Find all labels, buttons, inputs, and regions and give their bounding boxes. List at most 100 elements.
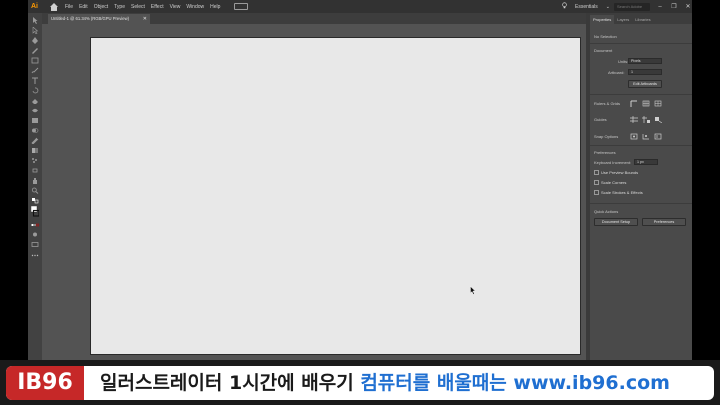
tools-panel	[28, 13, 42, 360]
scale-corners-checkbox[interactable]	[594, 180, 599, 185]
snap-to-pixel-icon[interactable]	[642, 133, 650, 140]
menu-type[interactable]: Type	[114, 4, 125, 10]
menu-view[interactable]: View	[170, 4, 181, 10]
divider	[590, 43, 692, 44]
gradient-tool-icon[interactable]	[31, 147, 39, 154]
quick-actions-title: Quick Actions	[594, 209, 619, 214]
preferences-section-title: Preferences	[594, 150, 616, 155]
zoom-tool-icon[interactable]	[31, 187, 39, 194]
keyboard-increment-value: 1 px	[637, 160, 644, 164]
tab-properties[interactable]: Properties	[590, 15, 615, 24]
canvas-area[interactable]	[42, 24, 586, 360]
rotate-tool-icon[interactable]	[31, 87, 39, 94]
swap-colors-icon[interactable]	[31, 197, 39, 204]
screen-mode-icon[interactable]	[31, 241, 39, 248]
rulers-grids-label: Rulers & Grids	[594, 101, 621, 106]
eyedropper-tool-icon[interactable]	[31, 137, 39, 144]
divider	[590, 94, 692, 95]
rectangle-tool-icon[interactable]	[31, 57, 39, 64]
hand-tool-icon[interactable]	[31, 177, 39, 184]
divider	[590, 145, 692, 146]
scale-strokes-checkbox[interactable]	[594, 190, 599, 195]
menu-file[interactable]: File	[65, 4, 73, 10]
selection-tool-icon[interactable]	[31, 17, 39, 24]
document-section-title: Document	[594, 48, 613, 53]
mouse-cursor-icon	[470, 282, 476, 295]
arrange-documents-icon[interactable]	[234, 3, 249, 10]
banner-highlight-text: 컴퓨터를 배울때는	[360, 372, 514, 394]
artboard[interactable]	[90, 37, 581, 355]
type-tool-icon[interactable]	[31, 77, 39, 84]
panel-tabs: Properties Layers Libraries	[590, 13, 692, 24]
document-tabbar: Untitled-1 @ 61.34% (RGB/GPU Preview) ✕	[42, 13, 586, 24]
smart-guides-icon[interactable]	[654, 116, 662, 123]
symbol-sprayer-tool-icon[interactable]	[31, 157, 39, 164]
maximize-icon[interactable]: ❐	[670, 3, 678, 10]
artboard-tool-icon[interactable]	[31, 167, 39, 174]
menu-select[interactable]: Select	[131, 4, 145, 10]
menu-edit[interactable]: Edit	[79, 4, 88, 10]
units-value: Pixels	[631, 59, 641, 63]
properties-panel: Properties Layers Libraries No Selection…	[590, 13, 692, 360]
chevron-down-icon[interactable]: ⌄	[606, 4, 610, 10]
search-input[interactable]: Search Adobe Stock	[614, 2, 650, 17]
edit-artboards-button[interactable]: Edit Artboards	[628, 80, 662, 88]
artboard-value: 1	[631, 70, 633, 74]
banner-url: www.ib96.com	[513, 372, 670, 394]
lock-guides-icon[interactable]	[642, 116, 650, 123]
menu-help[interactable]: Help	[210, 4, 220, 10]
close-icon[interactable]: ✕	[684, 3, 692, 10]
free-transform-tool-icon[interactable]	[31, 117, 39, 124]
shape-builder-tool-icon[interactable]	[31, 127, 39, 134]
color-mode-icon[interactable]	[31, 222, 39, 229]
fill-stroke-swatch[interactable]	[31, 206, 39, 217]
banner-main-text: 일러스트레이터 1시간에 배우기	[100, 372, 361, 394]
menubar-right: Essentials ⌄ Search Adobe Stock – ❐ ✕	[554, 0, 692, 17]
menu-window[interactable]: Window	[186, 4, 204, 10]
units-label: Units:	[618, 59, 629, 64]
menu-object[interactable]: Object	[94, 4, 108, 10]
menu-effect[interactable]: Effect	[151, 4, 164, 10]
more-tools-icon[interactable]	[31, 252, 39, 259]
ruler-icon[interactable]	[630, 100, 638, 107]
app-logo: Ai	[31, 2, 38, 10]
preferences-button[interactable]: Preferences	[642, 218, 686, 226]
workspace-switcher[interactable]: Essentials	[575, 4, 598, 10]
tab-layers[interactable]: Layers	[614, 15, 632, 24]
pen-tool-icon[interactable]	[31, 37, 39, 44]
grid-icon[interactable]	[642, 100, 650, 107]
units-select[interactable]: Pixels	[628, 58, 662, 64]
brand-logo: IB96	[6, 366, 84, 400]
scale-corners-label: Scale Corners	[601, 180, 627, 185]
keyboard-increment-label: Keyboard Increment:	[594, 160, 632, 165]
guides-label: Guides	[594, 117, 607, 122]
artboard-label: Artboard:	[608, 70, 625, 75]
scale-strokes-label: Scale Strokes & Effects	[601, 190, 643, 195]
document-setup-button[interactable]: Document Setup	[594, 218, 638, 226]
banner-text: 일러스트레이터 1시간에 배우기 컴퓨터를 배울때는 www.ib96.com	[100, 366, 670, 400]
minimize-icon[interactable]: –	[656, 4, 664, 10]
use-preview-bounds-checkbox[interactable]	[594, 170, 599, 175]
width-tool-icon[interactable]	[31, 107, 39, 114]
direct-selection-tool-icon[interactable]	[31, 27, 39, 34]
tab-libraries[interactable]: Libraries	[632, 15, 653, 24]
snap-options-label: Snap Options	[594, 134, 619, 139]
paintbrush-tool-icon[interactable]	[31, 67, 39, 74]
show-guides-icon[interactable]	[630, 116, 638, 123]
home-icon[interactable]	[49, 2, 59, 12]
snap-to-point-icon[interactable]	[630, 133, 638, 140]
close-tab-icon[interactable]: ✕	[143, 14, 147, 24]
lightbulb-icon[interactable]	[562, 2, 567, 11]
pixel-grid-icon[interactable]	[654, 100, 662, 107]
document-tab[interactable]: Untitled-1 @ 61.34% (RGB/GPU Preview) ✕	[48, 14, 150, 24]
illustrator-window: Ai File Edit Object Type Select Effect V…	[28, 0, 692, 405]
draw-mode-icon[interactable]	[31, 231, 39, 238]
pencil-tool-icon[interactable]	[31, 47, 39, 54]
use-preview-bounds-label: Use Preview Bounds	[601, 170, 639, 175]
artboard-select[interactable]: 1	[628, 69, 662, 75]
snap-to-glyph-icon[interactable]	[654, 133, 662, 140]
menubar: Ai File Edit Object Type Select Effect V…	[28, 0, 692, 17]
eraser-tool-icon[interactable]	[31, 97, 39, 104]
keyboard-increment-input[interactable]: 1 px	[634, 159, 658, 165]
no-selection-label: No Selection	[594, 34, 617, 39]
